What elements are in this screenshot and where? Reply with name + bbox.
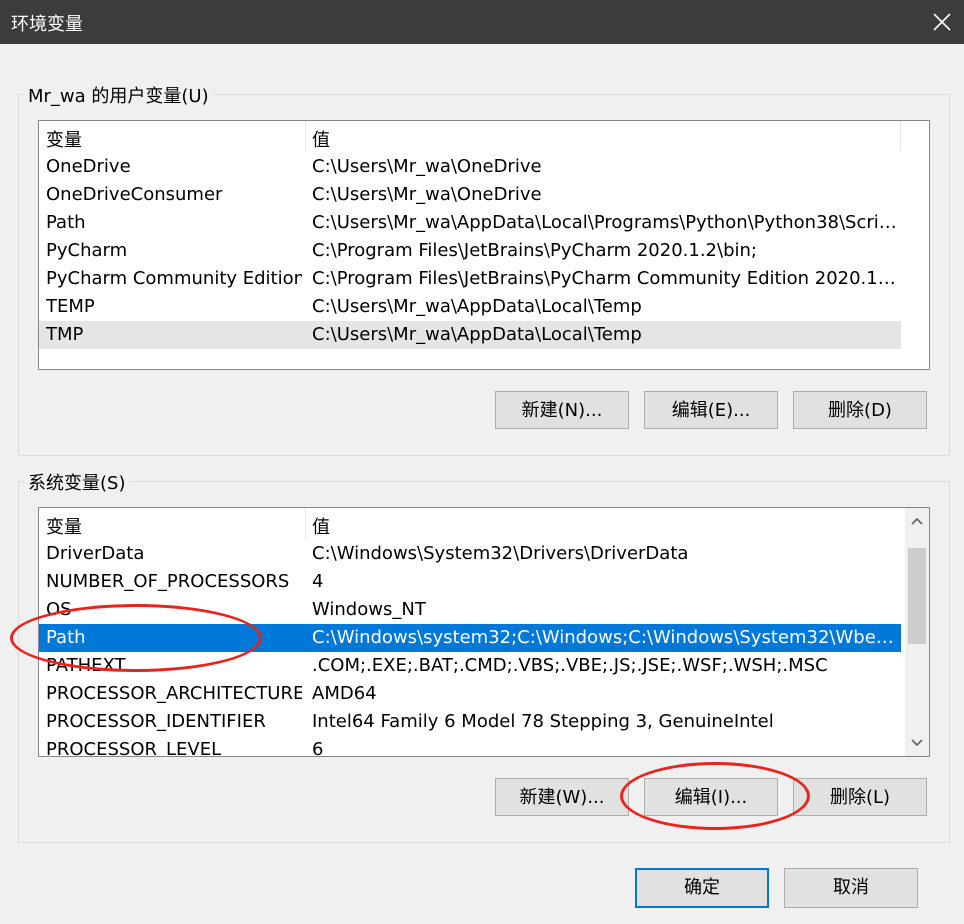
table-row[interactable]: PROCESSOR_ARCHITECTURE AMD64	[39, 680, 901, 708]
window-title: 环境变量	[11, 14, 83, 35]
system-variables-label: 系统变量(S)	[24, 469, 130, 495]
column-header-value[interactable]: 值	[312, 513, 330, 539]
table-row[interactable]: TEMP C:\Users\Mr_wa\AppData\Local\Temp	[39, 293, 901, 321]
var-value: C:\Users\Mr_wa\AppData\Local\Temp	[312, 324, 642, 345]
var-name: PROCESSOR_ARCHITECTURE	[46, 683, 302, 704]
user-delete-button[interactable]: 删除(D)	[793, 391, 927, 429]
column-divider[interactable]	[900, 121, 901, 151]
ok-button[interactable]: 确定	[635, 868, 769, 908]
column-header-variable[interactable]: 变量	[46, 126, 82, 152]
system-edit-button[interactable]: 编辑(I)...	[644, 778, 778, 816]
table-row[interactable]: PATHEXT .COM;.EXE;.BAT;.CMD;.VBS;.VBE;.JS…	[39, 652, 901, 680]
vertical-scrollbar[interactable]	[905, 508, 929, 756]
var-name: PROCESSOR_LEVEL	[46, 739, 222, 757]
var-name: Path	[46, 212, 86, 233]
user-edit-button[interactable]: 编辑(E)...	[644, 391, 778, 429]
system-variables-list[interactable]: 变量 值 DriverData C:\Windows\System32\Drive…	[38, 507, 930, 757]
var-name: OneDriveConsumer	[46, 184, 223, 205]
var-name: Path	[46, 627, 86, 648]
var-value: C:\Users\Mr_wa\AppData\Local\Temp	[312, 296, 642, 317]
column-divider[interactable]	[305, 508, 306, 538]
close-button[interactable]	[920, 0, 964, 44]
var-value: 6	[312, 739, 324, 757]
column-header-variable[interactable]: 变量	[46, 513, 82, 539]
table-row[interactable]: TMP C:\Users\Mr_wa\AppData\Local\Temp	[39, 321, 901, 349]
var-name: OneDrive	[46, 156, 131, 177]
var-value: C:\Users\Mr_wa\OneDrive	[312, 184, 542, 205]
table-row[interactable]: OneDriveConsumer C:\Users\Mr_wa\OneDrive	[39, 181, 901, 209]
system-new-button[interactable]: 新建(W)...	[495, 778, 629, 816]
var-name: PATHEXT	[46, 655, 126, 676]
var-name: PROCESSOR_IDENTIFIER	[46, 711, 266, 732]
var-value: Intel64 Family 6 Model 78 Stepping 3, Ge…	[312, 711, 774, 732]
var-value: C:\Program Files\JetBrains\PyCharm Commu…	[312, 268, 897, 289]
var-name: OS	[46, 599, 72, 620]
table-row[interactable]: OneDrive C:\Users\Mr_wa\OneDrive	[39, 153, 901, 181]
var-value: 4	[312, 571, 324, 592]
user-variables-list[interactable]: 变量 值 OneDrive C:\Users\Mr_wa\OneDrive One…	[38, 120, 930, 370]
system-delete-button[interactable]: 删除(L)	[793, 778, 927, 816]
table-row[interactable]: DriverData C:\Windows\System32\Drivers\Dr…	[39, 540, 901, 568]
var-name: DriverData	[46, 543, 145, 564]
user-new-button[interactable]: 新建(N)...	[495, 391, 629, 429]
chevron-down-icon[interactable]	[910, 738, 924, 748]
table-row-selected[interactable]: Path C:\Windows\system32;C:\Windows;C:\Wi…	[39, 624, 901, 652]
chevron-up-icon[interactable]	[910, 516, 924, 526]
var-name: NUMBER_OF_PROCESSORS	[46, 571, 290, 592]
var-name: TEMP	[46, 296, 95, 317]
var-value: C:\Users\Mr_wa\AppData\Local\Programs\Py…	[312, 212, 897, 233]
column-header-value[interactable]: 值	[312, 126, 330, 152]
var-value: .COM;.EXE;.BAT;.CMD;.VBS;.VBE;.JS;.JSE;.…	[312, 655, 828, 676]
table-row[interactable]: NUMBER_OF_PROCESSORS 4	[39, 568, 901, 596]
var-value: C:\Windows\system32;C:\Windows;C:\Window…	[312, 627, 897, 648]
table-row[interactable]: PyCharm C:\Program Files\JetBrains\PyChar…	[39, 237, 901, 265]
cancel-button[interactable]: 取消	[784, 868, 918, 908]
user-variables-label: Mr_wa 的用户变量(U)	[24, 82, 213, 108]
column-divider[interactable]	[305, 121, 306, 151]
title-bar: 环境变量	[0, 0, 964, 44]
table-row[interactable]: PyCharm Community Edition C:\Program File…	[39, 265, 901, 293]
table-row[interactable]: OS Windows_NT	[39, 596, 901, 624]
table-row[interactable]: PROCESSOR_LEVEL 6	[39, 736, 901, 757]
var-value: AMD64	[312, 683, 377, 704]
var-name: TMP	[46, 324, 84, 345]
var-value: C:\Program Files\JetBrains\PyCharm 2020.…	[312, 240, 757, 261]
var-value: C:\Users\Mr_wa\OneDrive	[312, 156, 542, 177]
table-row[interactable]: PROCESSOR_IDENTIFIER Intel64 Family 6 Mod…	[39, 708, 901, 736]
table-row[interactable]: Path C:\Users\Mr_wa\AppData\Local\Program…	[39, 209, 901, 237]
var-value: Windows_NT	[312, 599, 426, 620]
close-icon	[933, 13, 951, 31]
scrollbar-thumb[interactable]	[908, 548, 926, 644]
list-header: 变量 值	[39, 121, 929, 151]
list-header: 变量 值	[39, 508, 929, 538]
var-value: C:\Windows\System32\Drivers\DriverData	[312, 543, 689, 564]
var-name: PyCharm Community Edition	[46, 268, 302, 289]
var-name: PyCharm	[46, 240, 128, 261]
